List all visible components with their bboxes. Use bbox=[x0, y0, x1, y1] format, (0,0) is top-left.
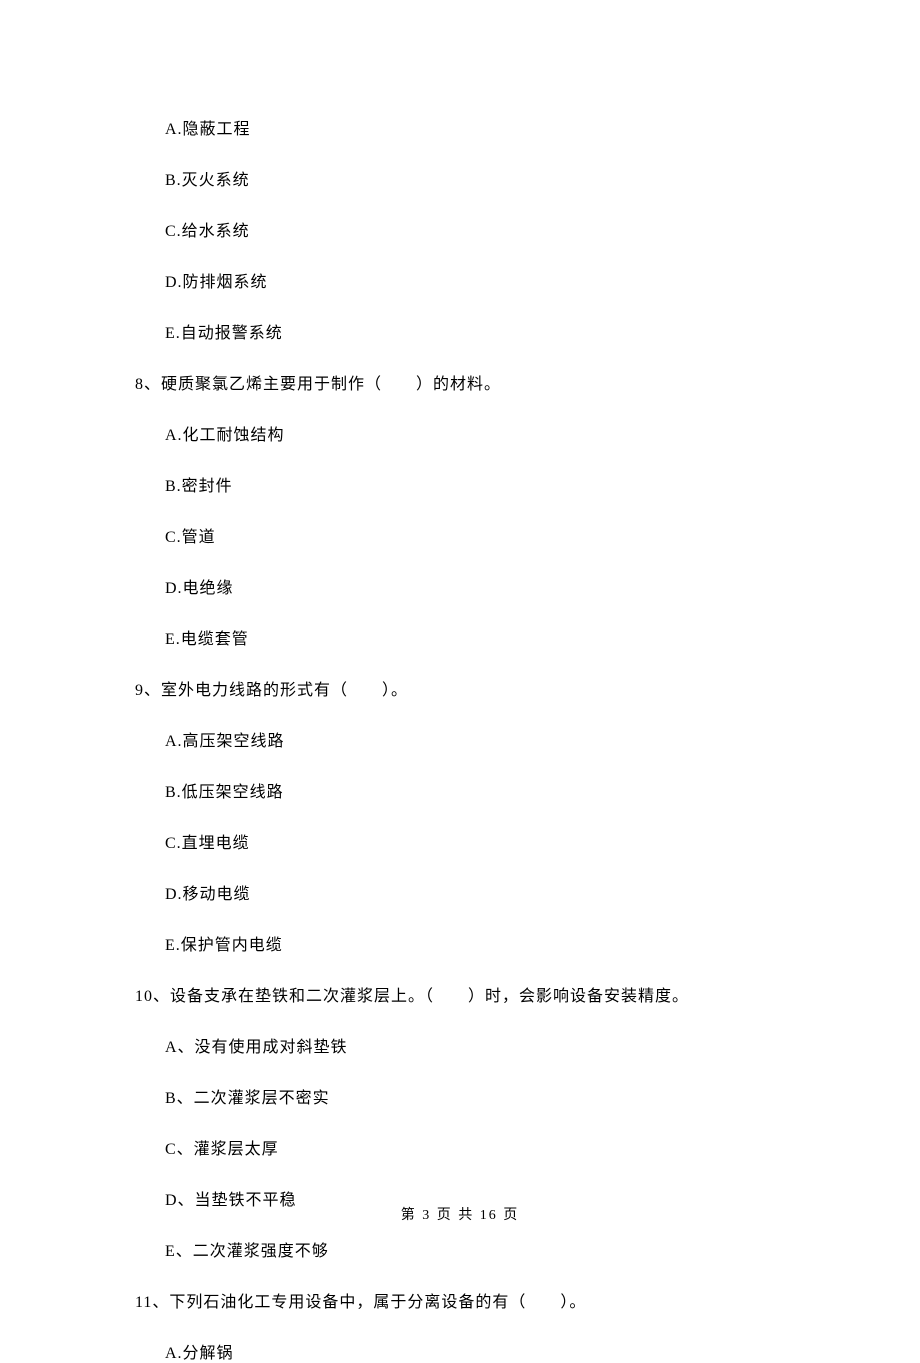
option-8a: A.化工耐蚀结构 bbox=[165, 421, 800, 445]
page-footer: 第 3 页 共 16 页 bbox=[0, 1204, 920, 1224]
option-10b: B、二次灌浆层不密实 bbox=[165, 1084, 800, 1108]
question-8: 8、硬质聚氯乙烯主要用于制作（ ）的材料。 bbox=[135, 370, 800, 394]
option-10e: E、二次灌浆强度不够 bbox=[165, 1237, 800, 1261]
option-7e: E.自动报警系统 bbox=[165, 319, 800, 343]
question-9: 9、室外电力线路的形式有（ ）。 bbox=[135, 676, 800, 700]
q11-options: A.分解锅 bbox=[135, 1339, 800, 1363]
option-9a: A.高压架空线路 bbox=[165, 727, 800, 751]
option-7d: D.防排烟系统 bbox=[165, 268, 800, 292]
q7-options: A.隐蔽工程 B.灭火系统 C.给水系统 D.防排烟系统 E.自动报警系统 bbox=[135, 115, 800, 343]
option-9b: B.低压架空线路 bbox=[165, 778, 800, 802]
option-9d: D.移动电缆 bbox=[165, 880, 800, 904]
question-10: 10、设备支承在垫铁和二次灌浆层上。（ ）时，会影响设备安装精度。 bbox=[135, 982, 800, 1006]
q8-options: A.化工耐蚀结构 B.密封件 C.管道 D.电绝缘 E.电缆套管 bbox=[135, 421, 800, 649]
question-11: 11、下列石油化工专用设备中，属于分离设备的有（ ）。 bbox=[135, 1288, 800, 1312]
option-10a: A、没有使用成对斜垫铁 bbox=[165, 1033, 800, 1057]
option-8e: E.电缆套管 bbox=[165, 625, 800, 649]
option-11a: A.分解锅 bbox=[165, 1339, 800, 1363]
option-9c: C.直埋电缆 bbox=[165, 829, 800, 853]
option-7c: C.给水系统 bbox=[165, 217, 800, 241]
option-7a: A.隐蔽工程 bbox=[165, 115, 800, 139]
option-7b: B.灭火系统 bbox=[165, 166, 800, 190]
option-8b: B.密封件 bbox=[165, 472, 800, 496]
option-10c: C、灌浆层太厚 bbox=[165, 1135, 800, 1159]
option-8d: D.电绝缘 bbox=[165, 574, 800, 598]
option-9e: E.保护管内电缆 bbox=[165, 931, 800, 955]
q9-options: A.高压架空线路 B.低压架空线路 C.直埋电缆 D.移动电缆 E.保护管内电缆 bbox=[135, 727, 800, 955]
option-8c: C.管道 bbox=[165, 523, 800, 547]
q10-options: A、没有使用成对斜垫铁 B、二次灌浆层不密实 C、灌浆层太厚 D、当垫铁不平稳 … bbox=[135, 1033, 800, 1261]
